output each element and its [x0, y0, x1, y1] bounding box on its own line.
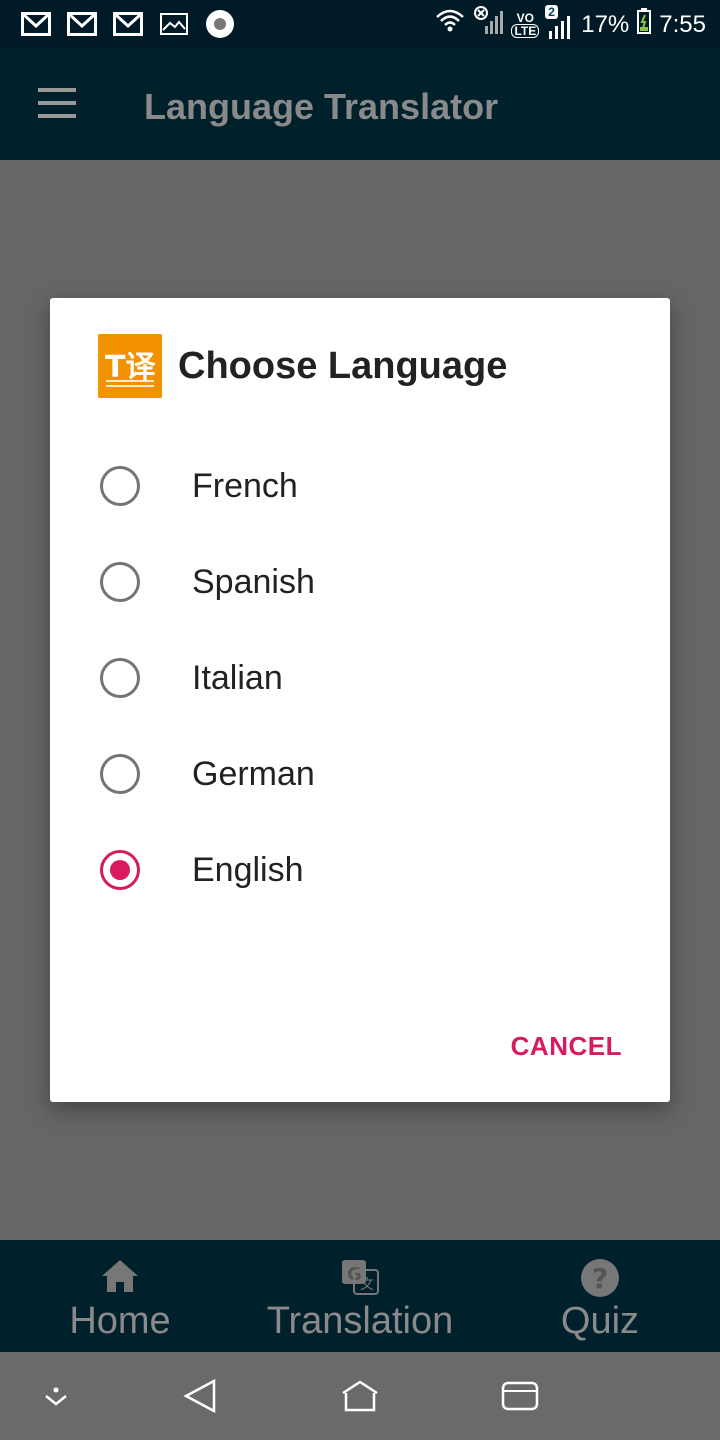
- app-logo: T译: [98, 334, 162, 398]
- nav-home[interactable]: Home: [60, 1258, 180, 1343]
- status-bar: VO LTE 2 17% 7:55: [0, 0, 720, 48]
- option-english[interactable]: English: [100, 822, 620, 918]
- dialog-header: T译 Choose Language: [98, 334, 507, 398]
- radio-button-selected[interactable]: [100, 850, 140, 890]
- sim-badge: 2: [545, 4, 558, 19]
- nav-home-label: Home: [69, 1300, 171, 1342]
- battery-icon: [637, 8, 652, 41]
- nav-quiz-label: Quiz: [560, 1300, 640, 1342]
- signal-icon: 2: [545, 4, 573, 39]
- gmail-icon: [66, 8, 98, 40]
- svg-text:?: ?: [592, 1262, 608, 1295]
- record-icon: [204, 8, 236, 40]
- expand-icon[interactable]: [36, 1376, 76, 1416]
- status-indicators: VO LTE 2 17% 7:55: [435, 4, 706, 43]
- help-icon: ?: [580, 1258, 620, 1297]
- choose-language-dialog: T译 Choose Language French Spanish Italia…: [50, 298, 670, 1102]
- notification-icons: [20, 8, 236, 40]
- radio-button[interactable]: [100, 754, 140, 794]
- cancel-button[interactable]: CANCEL: [511, 1031, 622, 1062]
- volte-label: VO: [516, 10, 535, 25]
- radio-button[interactable]: [100, 466, 140, 506]
- app-bar: Language Translator: [0, 48, 720, 160]
- option-label: German: [192, 754, 315, 793]
- gmail-icon: [20, 8, 52, 40]
- home-icon: [100, 1258, 140, 1294]
- svg-text:文: 文: [360, 1277, 374, 1293]
- option-german[interactable]: German: [100, 726, 620, 822]
- option-label: English: [192, 850, 304, 889]
- translate-icon: G文: [340, 1258, 380, 1295]
- volte-icon: VO LTE: [511, 10, 540, 38]
- clock: 7:55: [659, 10, 706, 38]
- option-label: Italian: [192, 658, 283, 697]
- option-french[interactable]: French: [100, 438, 620, 534]
- language-options: French Spanish Italian German English: [100, 438, 620, 918]
- option-italian[interactable]: Italian: [100, 630, 620, 726]
- radio-button[interactable]: [100, 658, 140, 698]
- option-spanish[interactable]: Spanish: [100, 534, 620, 630]
- recents-icon[interactable]: [500, 1376, 540, 1416]
- home-nav-icon[interactable]: [340, 1376, 380, 1416]
- lte-label: LTE: [511, 23, 540, 38]
- app-title: Language Translator: [144, 86, 499, 127]
- nav-translation[interactable]: G文 Translation: [250, 1258, 470, 1343]
- nav-translation-label: Translation: [266, 1300, 454, 1342]
- nav-quiz[interactable]: ? Quiz: [540, 1258, 660, 1343]
- battery-percent: 17%: [581, 10, 630, 38]
- image-icon: [158, 8, 190, 40]
- back-icon[interactable]: [180, 1376, 220, 1416]
- option-label: French: [192, 466, 298, 505]
- bottom-navigation: Home G文 Translation ? Quiz: [0, 1240, 720, 1352]
- hamburger-icon[interactable]: [38, 88, 76, 118]
- system-navigation-bar: [0, 1352, 720, 1440]
- gmail-icon: [112, 8, 144, 40]
- dialog-title: Choose Language: [178, 344, 508, 387]
- wifi-icon: [435, 7, 465, 42]
- option-label: Spanish: [192, 562, 315, 601]
- radio-button[interactable]: [100, 562, 140, 602]
- signal-icon: [473, 6, 504, 43]
